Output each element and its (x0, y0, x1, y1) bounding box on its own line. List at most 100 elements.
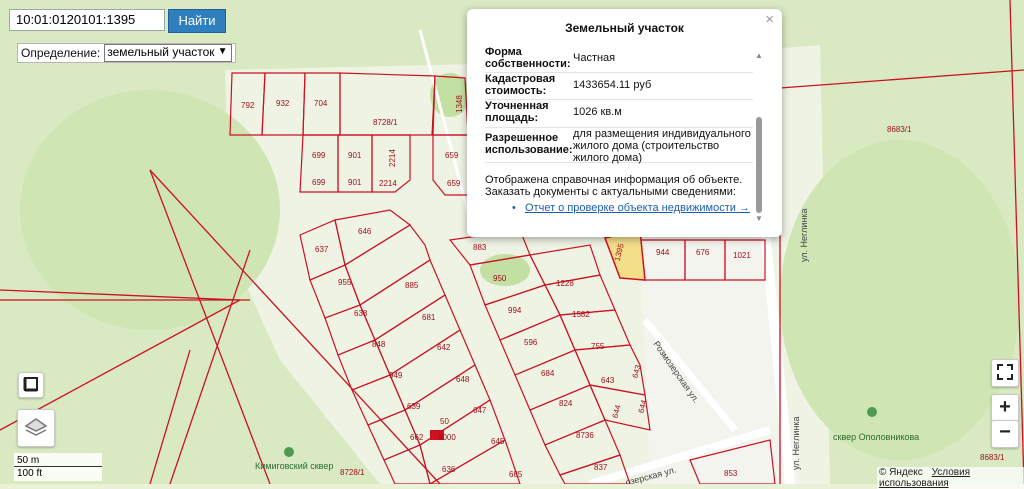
parcel-label: 955 (338, 278, 352, 287)
parcel-label: 885 (405, 281, 419, 290)
zoom-out-button[interactable]: − (991, 420, 1019, 448)
parcel-label: 848 (372, 340, 386, 349)
park-icon (867, 407, 877, 417)
parcel-label: 8683/1 (887, 125, 912, 134)
poi-label: Кимиговский сквер (255, 461, 333, 471)
fullscreen-button[interactable] (991, 359, 1019, 387)
definition-control: Определение: земельный участок ▼ (17, 43, 236, 63)
parcel-label: 1582 (572, 310, 590, 319)
copyright-provider: © Яндекс (879, 467, 923, 478)
fullscreen-icon (997, 364, 1013, 380)
scale-metric: 50 m (17, 455, 40, 466)
copyright: © Яндекс Условия использования (877, 467, 1024, 489)
parcel-label: 636 (442, 465, 456, 474)
parcel-label: 8728/1 (340, 468, 365, 477)
parcel-label: 676 (696, 248, 710, 257)
parcel-label: 901 (348, 151, 362, 160)
scroll-up-icon[interactable]: ▲ (755, 51, 763, 60)
popup-scrollbar[interactable]: ▲ ▼ (754, 51, 764, 223)
row-value: 1026 кв.м (573, 106, 622, 118)
popup-row-ownership: Форма собственности: Частная (485, 46, 753, 73)
popup-title: Земельный участок (565, 21, 684, 35)
parcel-label: 659 (447, 179, 461, 188)
zoom-in-button[interactable]: + (991, 394, 1019, 422)
parcel-info-popup: Земельный участок × Форма собственности:… (467, 9, 782, 237)
street-label: ул. Неглинка (799, 208, 809, 262)
chevron-down-icon: ▼ (217, 46, 228, 57)
row-key: Уточненная площадь: (485, 100, 549, 124)
popup-row-usage: Разрешенное использование: для размещени… (485, 128, 753, 164)
parcel-label: 643 (601, 376, 615, 385)
definition-label: Определение: (21, 46, 101, 60)
scale-bar: 50 m 100 ft (14, 453, 102, 481)
parcel-label: 645 (491, 437, 505, 446)
parcel-label: 699 (312, 151, 326, 160)
ruler-icon (23, 377, 38, 392)
parcel-label: 699 (312, 178, 326, 187)
layers-icon (24, 418, 48, 436)
search-input[interactable]: 10:01:0120101:1395 (9, 9, 165, 31)
parcel-label: 932 (276, 99, 290, 108)
street-label: ул. Неглинка (791, 416, 801, 470)
parcel-label: 647 (473, 406, 487, 415)
row-key: Разрешенное использование: (485, 132, 573, 156)
parcel-label: 9000 (438, 433, 456, 442)
popup-row-cost: Кадастровая стоимость: 1433654.11 руб (485, 73, 753, 100)
parcel-label: 50 (440, 417, 449, 426)
close-icon[interactable]: × (765, 11, 774, 28)
parcel-label: 642 (437, 343, 451, 352)
scroll-down-icon[interactable]: ▼ (755, 214, 763, 223)
parcel-label: 950 (493, 274, 507, 283)
parcel-label: 883 (473, 243, 487, 252)
property-report-link[interactable]: Отчет о проверке объекта недвижимости → (525, 202, 750, 214)
row-value: 1433654.11 руб (573, 79, 652, 91)
row-key: Форма собственности: (485, 46, 571, 70)
parcel-label: 853 (724, 469, 738, 478)
parcel-label: 646 (358, 227, 372, 236)
parcel-label: 944 (656, 248, 670, 257)
forest-patch (20, 90, 280, 330)
parcel-label: 685 (509, 470, 523, 479)
parcel-label: 684 (541, 369, 555, 378)
parcel-label: 2214 (379, 179, 397, 188)
parcel-label: 1348 (455, 95, 464, 113)
scale-line (14, 466, 102, 467)
poi-label: сквер Ополовникова (833, 432, 919, 442)
row-key: Кадастровая стоимость: (485, 73, 556, 97)
forest-patch (780, 140, 1020, 460)
parcel-label: 8728/1 (373, 118, 398, 127)
parcel-label: 596 (524, 338, 538, 347)
definition-select[interactable]: земельный участок ▼ (104, 44, 232, 62)
parcel-label: 2214 (388, 149, 397, 167)
row-value: для размещения индивидуального жилого до… (573, 128, 751, 164)
parcel-label: 639 (407, 402, 421, 411)
popup-row-area: Уточненная площадь: 1026 кв.м (485, 100, 753, 128)
row-value: Частная (573, 52, 616, 64)
parcel-label: 1021 (733, 251, 751, 260)
definition-selected: земельный участок (107, 45, 215, 59)
parcel-label: 901 (348, 178, 362, 187)
parcel-label: 949 (389, 371, 403, 380)
parcel-label: 837 (594, 463, 608, 472)
layers-button[interactable] (17, 409, 55, 447)
scroll-thumb[interactable] (756, 117, 762, 213)
scale-imperial: 100 ft (17, 468, 43, 479)
parcel-label: 792 (241, 101, 255, 110)
parcel-label: 8683/1 (980, 453, 1005, 462)
park-icon (284, 447, 294, 457)
parcel-label: 637 (315, 245, 329, 254)
parcel-label: 8736 (576, 431, 594, 440)
parcel-label: 704 (314, 99, 328, 108)
parcel-label: 994 (508, 306, 522, 315)
parcel-label: 662 (410, 433, 424, 442)
search-button[interactable]: Найти (168, 9, 226, 33)
parcel-label: 648 (456, 375, 470, 384)
parcel-label: 1228 (556, 279, 574, 288)
bullet: • (512, 202, 516, 214)
ruler-button[interactable] (18, 372, 44, 398)
parcel-label: 824 (559, 399, 573, 408)
parcel-label: 681 (422, 313, 436, 322)
parcel-label: 659 (445, 151, 459, 160)
parcel-label: 755 (591, 342, 605, 351)
popup-note: Отображена справочная информация об объе… (485, 174, 743, 198)
